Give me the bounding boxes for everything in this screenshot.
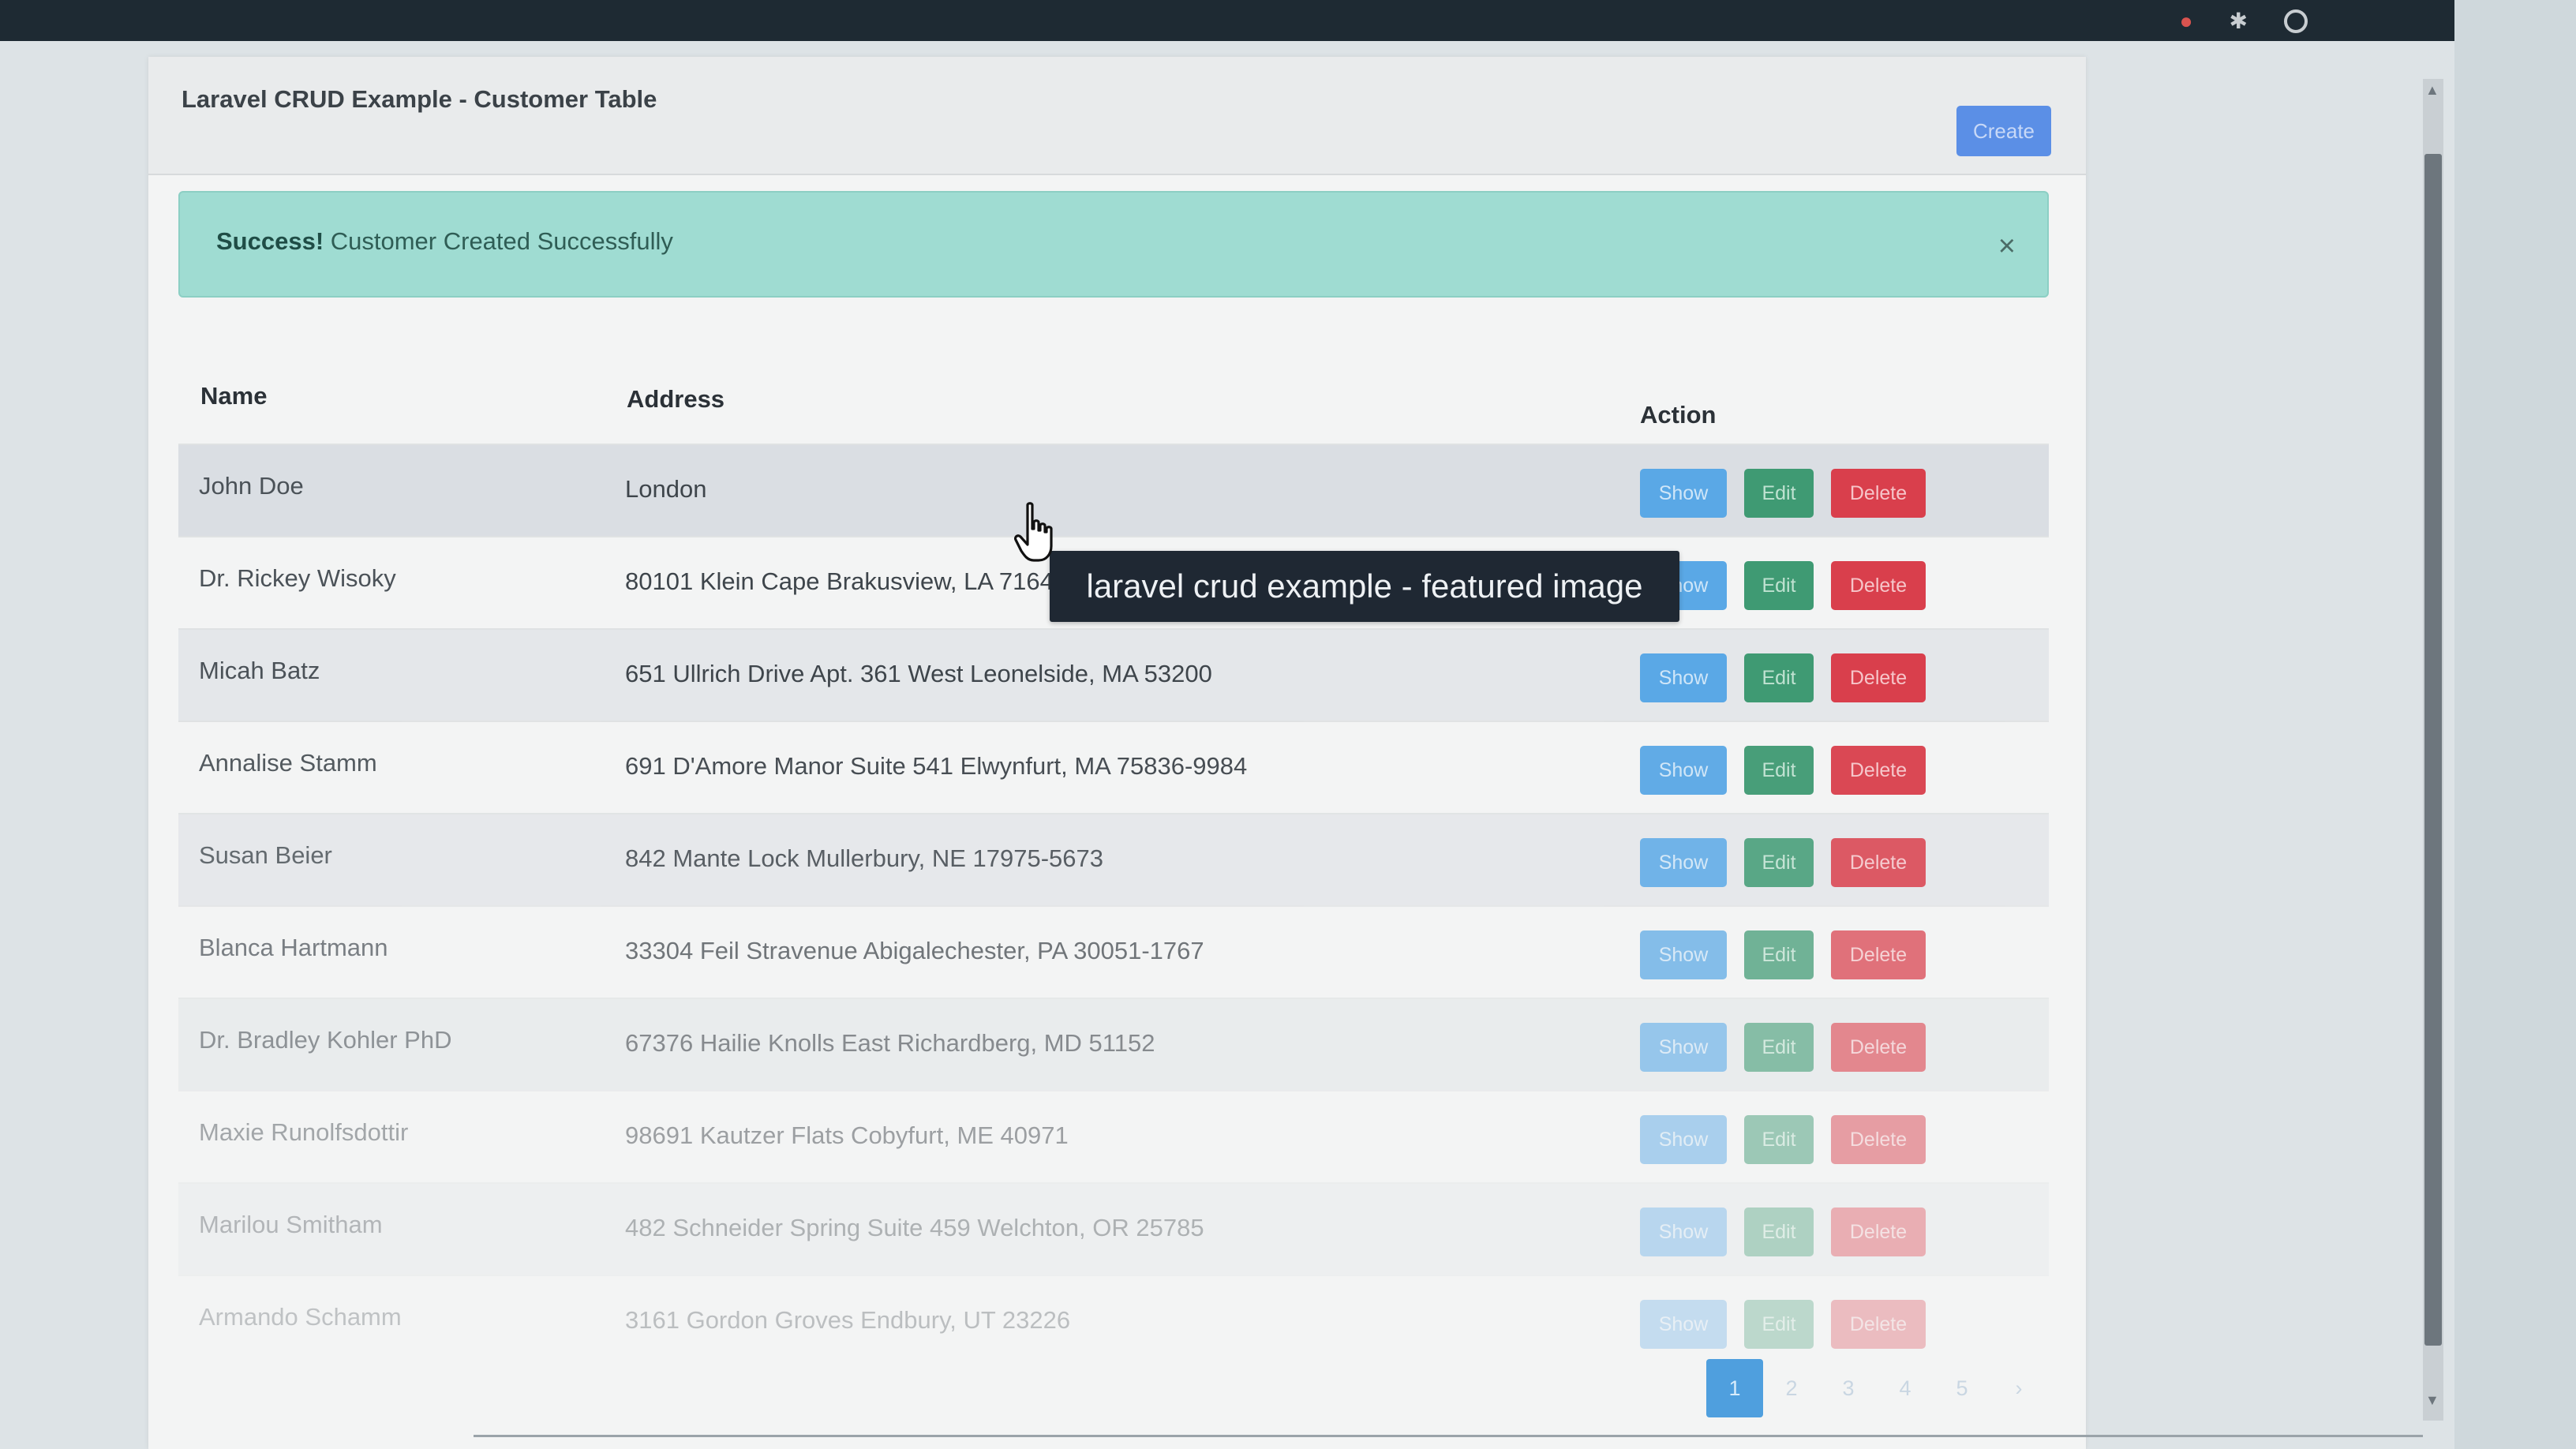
edit-button[interactable]: Edit	[1744, 561, 1814, 610]
hand-pointer-icon	[1013, 502, 1053, 562]
featured-image-tooltip: laravel crud example - featured image	[1050, 551, 1679, 622]
customer-name: Armando Schamm	[199, 1303, 402, 1331]
show-button[interactable]: Show	[1640, 653, 1727, 702]
pagination: 1 2 3 4 5 ›	[1706, 1359, 2047, 1417]
edit-button[interactable]: Edit	[1744, 1208, 1814, 1256]
row-actions: Show Edit Delete	[1640, 930, 1926, 979]
show-button[interactable]: Show	[1640, 1208, 1727, 1256]
delete-button[interactable]: Delete	[1831, 746, 1926, 795]
show-button[interactable]: Show	[1640, 746, 1727, 795]
desktop-background-right	[2454, 0, 2576, 1449]
page-link[interactable]: 5	[1934, 1359, 1990, 1417]
card-header: Laravel CRUD Example - Customer Table Cr…	[148, 57, 2086, 175]
delete-button[interactable]: Delete	[1831, 1300, 1926, 1349]
scroll-down-arrow-icon[interactable]: ▼	[2425, 1392, 2439, 1409]
customer-address: 842 Mante Lock Mullerbury, NE 17975-5673	[625, 844, 1103, 872]
customer-name: Annalise Stamm	[199, 749, 377, 777]
table-header: Name Address Action	[178, 317, 2049, 444]
customer-name: Maxie Runolfsdottir	[199, 1118, 409, 1146]
delete-button[interactable]: Delete	[1831, 653, 1926, 702]
customer-name: Blanca Hartmann	[199, 934, 388, 961]
edit-button[interactable]: Edit	[1744, 1300, 1814, 1349]
column-header-address: Address	[627, 385, 725, 413]
page-link[interactable]: 3	[1820, 1359, 1877, 1417]
delete-button[interactable]: Delete	[1831, 930, 1926, 979]
page-link[interactable]: 1	[1706, 1359, 1763, 1417]
page-title: Laravel CRUD Example - Customer Table	[182, 85, 657, 113]
customer-card: Laravel CRUD Example - Customer Table Cr…	[148, 57, 2086, 1449]
customer-name: Micah Batz	[199, 657, 320, 684]
delete-button[interactable]: Delete	[1831, 1115, 1926, 1164]
alert-message: Success! Customer Created Successfully	[216, 227, 673, 256]
show-button[interactable]: Show	[1640, 838, 1727, 887]
delete-button[interactable]: Delete	[1831, 1023, 1926, 1072]
edit-button[interactable]: Edit	[1744, 1023, 1814, 1072]
delete-button[interactable]: Delete	[1831, 1208, 1926, 1256]
table-row: Marilou Smitham 482 Schneider Spring Suit…	[178, 1182, 2049, 1275]
row-actions: Show Edit Delete	[1640, 838, 1926, 887]
table-row: Micah Batz 651 Ullrich Drive Apt. 361 Wes…	[178, 628, 2049, 721]
customer-address: 482 Schneider Spring Suite 459 Welchton,…	[625, 1214, 1204, 1241]
show-button[interactable]: Show	[1640, 1300, 1727, 1349]
customer-name: Dr. Rickey Wisoky	[199, 564, 396, 592]
show-button[interactable]: Show	[1640, 469, 1727, 518]
page-link[interactable]: ›	[1990, 1359, 2047, 1417]
pin-icon[interactable]: ✱	[2230, 9, 2248, 33]
column-header-action: Action	[1640, 401, 1717, 429]
scrollbar-thumb[interactable]	[2424, 154, 2442, 1346]
success-alert: Success! Customer Created Successfully ×	[178, 191, 2049, 298]
table-row: Maxie Runolfsdottir 98691 Kautzer Flats C…	[178, 1090, 2049, 1182]
customer-address: 691 D'Amore Manor Suite 541 Elwynfurt, M…	[625, 752, 1248, 780]
circle-icon[interactable]	[2284, 9, 2308, 33]
customer-address: 651 Ullrich Drive Apt. 361 West Leonelsi…	[625, 660, 1212, 687]
row-actions: Show Edit Delete	[1640, 561, 1926, 610]
edit-button[interactable]: Edit	[1744, 653, 1814, 702]
bottom-divider	[474, 1435, 2423, 1437]
row-actions: Show Edit Delete	[1640, 746, 1926, 795]
table-row: Annalise Stamm 691 D'Amore Manor Suite 54…	[178, 721, 2049, 813]
customer-address: 33304 Feil Stravenue Abigalechester, PA …	[625, 937, 1204, 964]
customer-name: Susan Beier	[199, 841, 332, 869]
column-header-name: Name	[200, 382, 268, 410]
customer-name: John Doe	[199, 472, 304, 500]
edit-button[interactable]: Edit	[1744, 746, 1814, 795]
row-actions: Show Edit Delete	[1640, 1023, 1926, 1072]
edit-button[interactable]: Edit	[1744, 930, 1814, 979]
delete-button[interactable]: Delete	[1831, 469, 1926, 518]
customer-name: Dr. Bradley Kohler PhD	[199, 1026, 452, 1054]
row-actions: Show Edit Delete	[1640, 1300, 1926, 1349]
alert-strong: Success!	[216, 227, 324, 255]
show-button[interactable]: Show	[1640, 1115, 1727, 1164]
customer-address: 67376 Hailie Knolls East Richardberg, MD…	[625, 1029, 1155, 1057]
alert-body: Customer Created Successfully	[324, 227, 673, 255]
show-button[interactable]: Show	[1640, 930, 1727, 979]
record-dot-icon[interactable]: ●	[2180, 9, 2193, 33]
customer-address: 98691 Kautzer Flats Cobyfurt, ME 40971	[625, 1121, 1069, 1149]
row-actions: Show Edit Delete	[1640, 653, 1926, 702]
row-actions: Show Edit Delete	[1640, 1115, 1926, 1164]
row-actions: Show Edit Delete	[1640, 1208, 1926, 1256]
delete-button[interactable]: Delete	[1831, 838, 1926, 887]
table-row: Susan Beier 842 Mante Lock Mullerbury, NE…	[178, 813, 2049, 905]
customer-address: 3161 Gordon Groves Endbury, UT 23226	[625, 1306, 1071, 1334]
show-button[interactable]: Show	[1640, 1023, 1727, 1072]
close-icon[interactable]: ×	[1998, 230, 2016, 262]
table-row: Armando Schamm 3161 Gordon Groves Endbury…	[178, 1275, 2049, 1367]
page-link[interactable]: 2	[1763, 1359, 1820, 1417]
table-row: John Doe London Show Edit Delete	[178, 444, 2049, 536]
table-row: Blanca Hartmann 33304 Feil Stravenue Abig…	[178, 905, 2049, 998]
table-row: Dr. Bradley Kohler PhD 67376 Hailie Knoll…	[178, 998, 2049, 1090]
edit-button[interactable]: Edit	[1744, 469, 1814, 518]
row-actions: Show Edit Delete	[1640, 469, 1926, 518]
edit-button[interactable]: Edit	[1744, 838, 1814, 887]
window-controls: ● ✱	[2180, 9, 2308, 33]
scroll-up-arrow-icon[interactable]: ▲	[2425, 82, 2439, 99]
customer-address: London	[625, 475, 707, 503]
customer-name: Marilou Smitham	[199, 1211, 383, 1238]
browser-top-bar: ● ✱	[0, 0, 2576, 41]
create-button[interactable]: Create	[1956, 106, 2051, 156]
page-link[interactable]: 4	[1877, 1359, 1934, 1417]
edit-button[interactable]: Edit	[1744, 1115, 1814, 1164]
delete-button[interactable]: Delete	[1831, 561, 1926, 610]
